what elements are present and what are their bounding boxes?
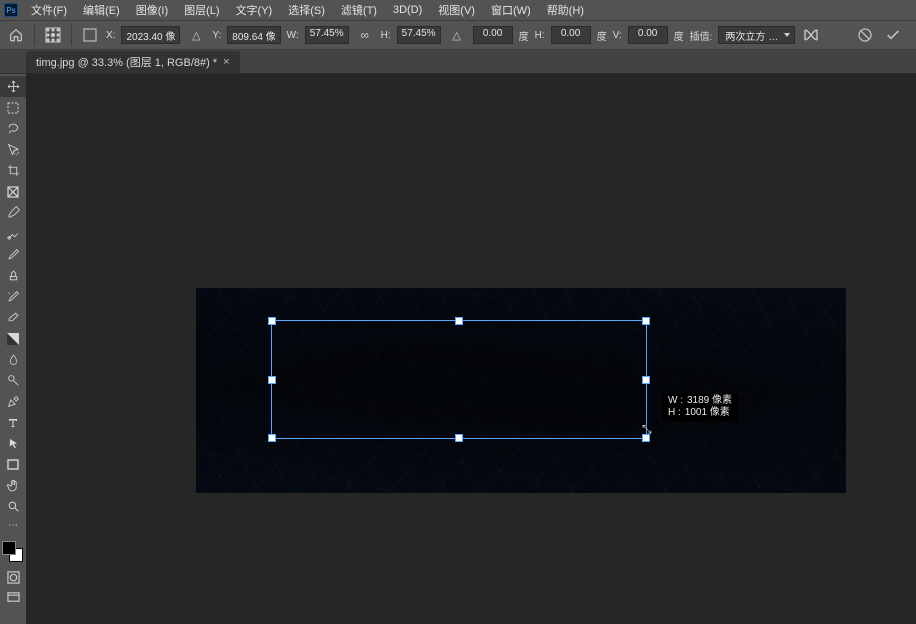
- skew-h-input[interactable]: 0.00: [551, 26, 591, 44]
- reference-point-icon[interactable]: [43, 25, 63, 45]
- gradient-tool[interactable]: [0, 328, 26, 349]
- home-icon[interactable]: [6, 25, 26, 45]
- brush-tool[interactable]: [0, 244, 26, 265]
- menu-select[interactable]: 选择(S): [281, 0, 332, 20]
- skew-v-input[interactable]: 0.00: [628, 26, 668, 44]
- tooltip-h-label: H :: [668, 407, 681, 419]
- y-label: Y:: [212, 30, 221, 41]
- handle-br[interactable]: [642, 434, 650, 442]
- h-input[interactable]: 57.45%: [397, 26, 441, 44]
- handle-bl[interactable]: [268, 434, 276, 442]
- ps-logo-icon: Ps: [4, 3, 18, 17]
- relative-pos-icon[interactable]: [80, 25, 100, 45]
- more-tools-icon[interactable]: ⋯: [0, 517, 26, 533]
- path-select-tool[interactable]: [0, 433, 26, 454]
- interp-label: 插值:: [690, 28, 713, 43]
- dodge-tool[interactable]: [0, 370, 26, 391]
- canvas-area[interactable]: ⤡ W :3189 像素 H :1001 像素: [26, 74, 916, 624]
- foreground-color-swatch[interactable]: [2, 541, 16, 555]
- menu-filter[interactable]: 滤镜(T): [334, 0, 384, 20]
- interpolation-select[interactable]: 两次立方 …: [718, 26, 795, 44]
- menu-3d[interactable]: 3D(D): [386, 2, 429, 18]
- cancel-transform-icon[interactable]: [856, 26, 874, 44]
- menu-layer[interactable]: 图层(L): [177, 0, 226, 20]
- tool-palette: ⋯: [0, 74, 26, 607]
- angle-input[interactable]: 0.00: [473, 26, 513, 44]
- zoom-tool[interactable]: [0, 496, 26, 517]
- document-tab-title: timg.jpg @ 33.3% (图层 1, RGB/8#) *: [36, 54, 217, 70]
- tooltip-h-value: 1001 像素: [685, 407, 730, 419]
- angle-icon: △: [447, 25, 467, 45]
- clone-stamp-tool[interactable]: [0, 265, 26, 286]
- skew-v-label: V:: [613, 30, 622, 41]
- type-tool[interactable]: [0, 412, 26, 433]
- frame-tool[interactable]: [0, 181, 26, 202]
- w-label: W:: [287, 30, 299, 41]
- handle-mr[interactable]: [642, 376, 650, 384]
- skew-h-unit: 度: [597, 28, 607, 43]
- skew-v-unit: 度: [674, 28, 684, 43]
- menu-edit[interactable]: 编辑(E): [76, 0, 127, 20]
- quick-mask-icon[interactable]: [0, 567, 26, 587]
- quick-select-tool[interactable]: [0, 139, 26, 160]
- options-bar: X: 2023.40 像 △ Y: 809.64 像 W: 57.45% ∞ H…: [0, 20, 916, 50]
- w-input[interactable]: 57.45%: [305, 26, 349, 44]
- h-label: H:: [381, 30, 391, 41]
- color-swatches[interactable]: [0, 539, 26, 567]
- hand-tool[interactable]: [0, 475, 26, 496]
- move-tool[interactable]: [0, 76, 26, 97]
- document-tab[interactable]: timg.jpg @ 33.3% (图层 1, RGB/8#) * ×: [26, 51, 240, 73]
- y-input[interactable]: 809.64 像: [227, 26, 280, 44]
- angle-unit: 度: [519, 28, 529, 43]
- crop-tool[interactable]: [0, 160, 26, 181]
- handle-tr[interactable]: [642, 317, 650, 325]
- screen-mode-icon[interactable]: [0, 587, 26, 607]
- menu-image[interactable]: 图像(I): [129, 0, 175, 20]
- rectangle-tool[interactable]: [0, 454, 26, 475]
- commit-transform-icon[interactable]: [884, 26, 902, 44]
- tooltip-w-label: W :: [668, 395, 683, 407]
- menu-view[interactable]: 视图(V): [431, 0, 482, 20]
- handle-ml[interactable]: [268, 376, 276, 384]
- eraser-tool[interactable]: [0, 307, 26, 328]
- document-tab-bar: timg.jpg @ 33.3% (图层 1, RGB/8#) * ×: [0, 50, 916, 74]
- skew-h-label: H:: [535, 30, 545, 41]
- blur-tool[interactable]: [0, 349, 26, 370]
- eyedropper-tool[interactable]: [0, 202, 26, 223]
- interpolation-value: 两次立方 …: [725, 28, 778, 43]
- menu-bar: Ps 文件(F) 编辑(E) 图像(I) 图层(L) 文字(Y) 选择(S) 滤…: [0, 0, 916, 20]
- tooltip-w-value: 3189 像素: [687, 395, 732, 407]
- menu-file[interactable]: 文件(F): [24, 0, 74, 20]
- handle-tl[interactable]: [268, 317, 276, 325]
- transform-bounding-box[interactable]: [271, 320, 647, 439]
- handle-bm[interactable]: [455, 434, 463, 442]
- healing-brush-tool[interactable]: [0, 223, 26, 244]
- menu-window[interactable]: 窗口(W): [484, 0, 538, 20]
- handle-tm[interactable]: [455, 317, 463, 325]
- history-brush-tool[interactable]: [0, 286, 26, 307]
- lasso-tool[interactable]: [0, 118, 26, 139]
- marquee-tool[interactable]: [0, 97, 26, 118]
- x-input[interactable]: 2023.40 像: [121, 26, 180, 44]
- xy-delta-icon[interactable]: △: [186, 25, 206, 45]
- pen-tool[interactable]: [0, 391, 26, 412]
- menu-help[interactable]: 帮助(H): [540, 0, 591, 20]
- x-label: X:: [106, 30, 115, 41]
- link-wh-icon[interactable]: ∞: [355, 25, 375, 45]
- menu-type[interactable]: 文字(Y): [229, 0, 280, 20]
- close-tab-icon[interactable]: ×: [223, 56, 229, 68]
- dimension-tooltip: W : 3189 像素 H : 1001 像素: [662, 393, 738, 421]
- warp-icon[interactable]: [801, 25, 821, 45]
